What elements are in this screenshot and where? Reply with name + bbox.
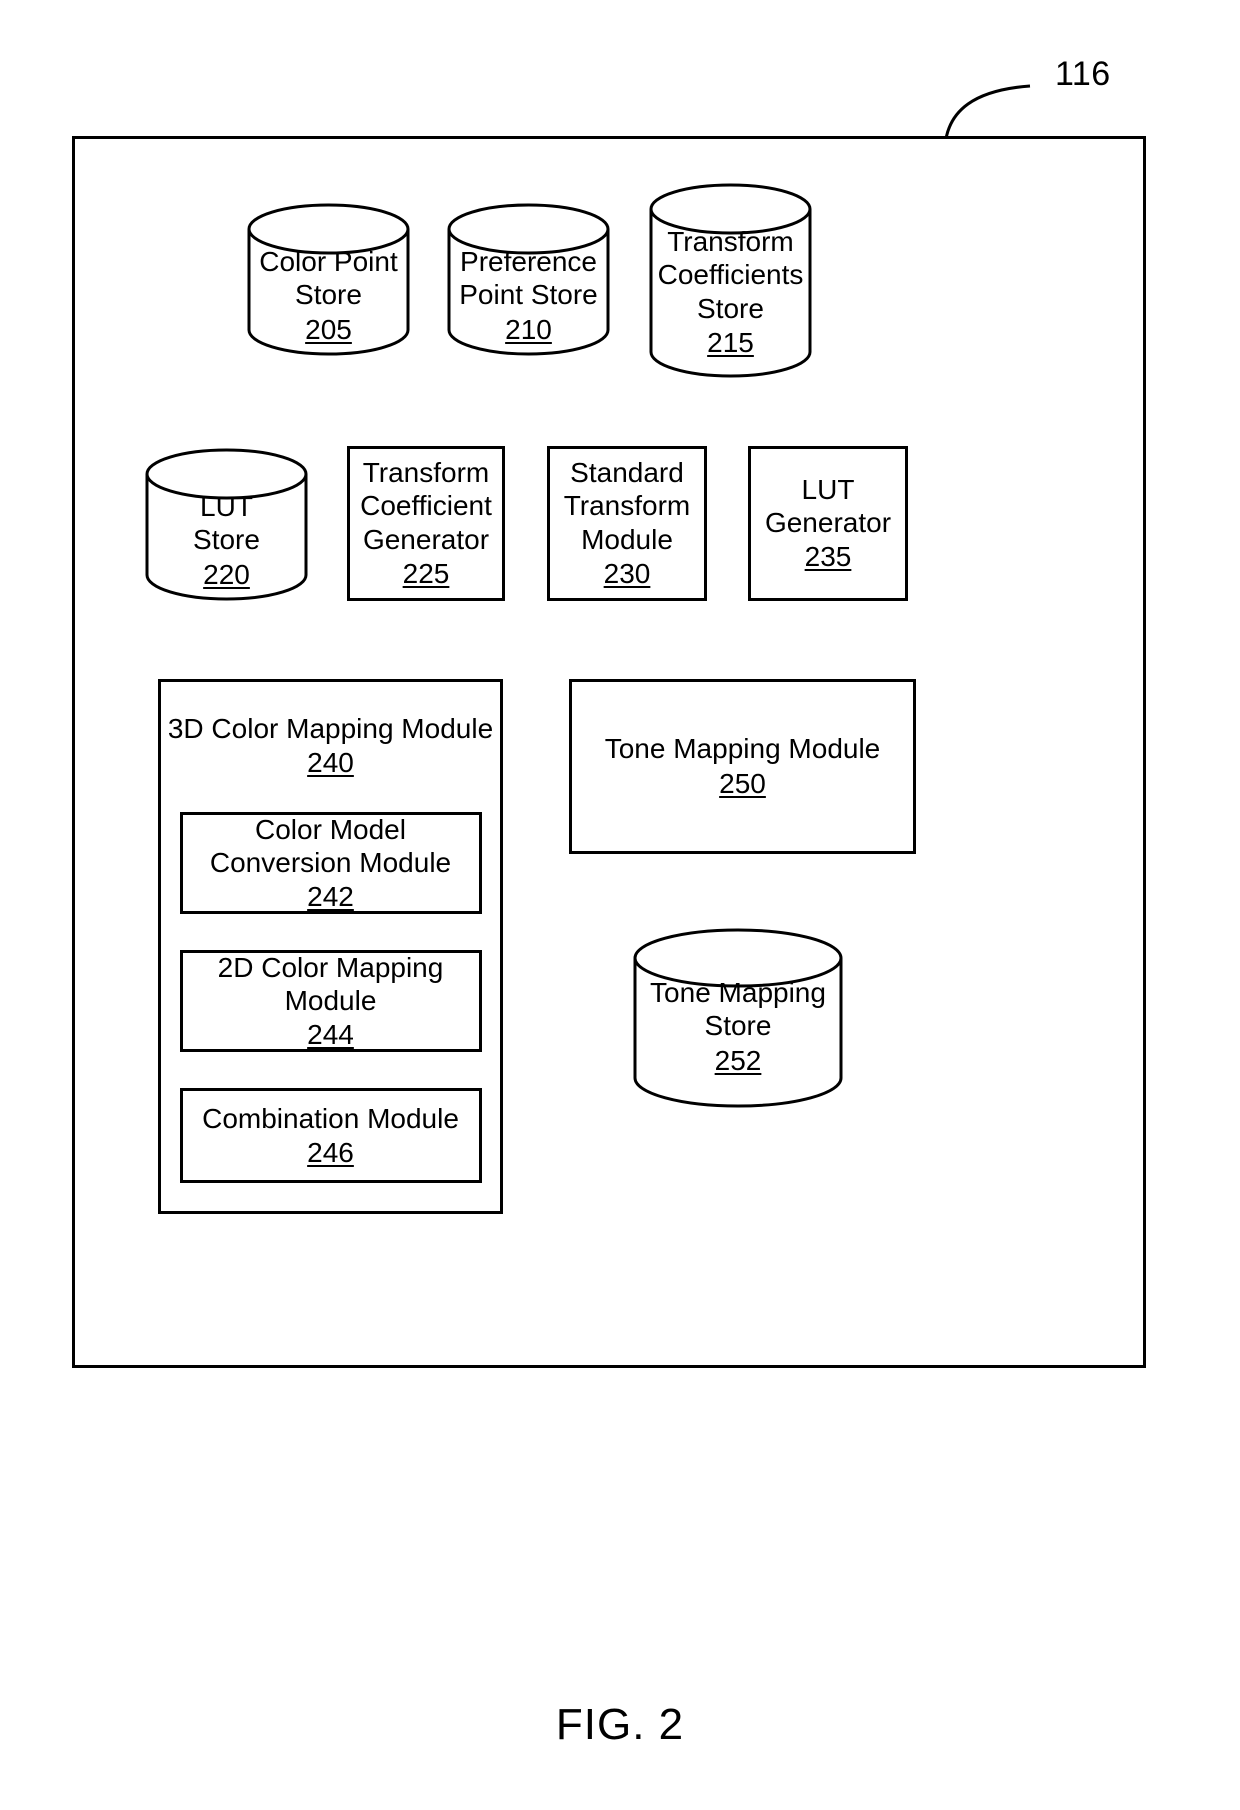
node-label: 3D Color Mapping Module: [167, 713, 494, 744]
node-lut-store[interactable]: LUT Store 220: [145, 448, 308, 601]
node-tone-mapping-store[interactable]: Tone Mapping Store 252: [633, 928, 843, 1108]
node-ref-number: 252: [714, 1044, 762, 1076]
system-callout-label: 116: [1055, 55, 1111, 93]
node-ref-number: 250: [719, 767, 766, 799]
node-label: LUT Store: [193, 491, 260, 556]
node-label-group: Tone Mapping Store 252: [633, 976, 843, 1078]
node-label: Tone Mapping Module: [604, 733, 881, 765]
node-2d-color-mapping-module[interactable]: 2D Color Mapping Module 244: [179, 950, 482, 1053]
node-ref-number: 235: [804, 541, 852, 573]
node-ref-number: 230: [603, 557, 651, 589]
node-standard-transform-module[interactable]: Standard Transform Module 230: [547, 446, 707, 601]
node-label: Preference Point Store: [459, 246, 598, 311]
node-transform-coefficients-store[interactable]: Transform Coefficients Store 215: [649, 183, 812, 378]
node-label: Combination Module: [202, 1102, 459, 1134]
node-label-group: Color Point Store 205: [247, 245, 410, 347]
node-label-group: Preference Point Store 210: [447, 245, 610, 347]
figure-caption: FIG. 2: [555, 1700, 685, 1749]
node-label: Transform Coefficient Generator: [360, 457, 492, 555]
node-color-point-store[interactable]: Color Point Store 205: [247, 203, 410, 356]
node-ref-number: 240: [307, 747, 354, 779]
node-ref-number: 244: [307, 1019, 354, 1051]
node-label: Standard Transform Module: [563, 457, 691, 555]
node-ref-number: 242: [307, 881, 354, 913]
node-ref-number: 205: [305, 313, 352, 345]
node-label: Tone Mapping Store: [650, 977, 826, 1042]
node-tone-mapping-module[interactable]: Tone Mapping Module 250: [569, 679, 916, 854]
system-boundary-box: Color Point Store 205 Preference Point S…: [72, 136, 1146, 1368]
node-combination-module[interactable]: Combination Module 246: [179, 1088, 482, 1184]
node-label: 2D Color Mapping Module: [217, 951, 444, 1016]
node-transform-coefficient-generator[interactable]: Transform Coefficient Generator 225: [347, 446, 505, 601]
node-ref-number: 220: [203, 558, 250, 590]
node-ref-number: 246: [307, 1136, 354, 1168]
node-lut-generator[interactable]: LUT Generator 235: [748, 446, 908, 601]
node-label: Color Point Store: [259, 246, 398, 311]
node-label: Transform Coefficients Store: [657, 226, 804, 324]
node-ref-number: 215: [707, 326, 754, 358]
system-callout-leader-line: [943, 84, 1031, 147]
node-preference-point-store[interactable]: Preference Point Store 210: [447, 203, 610, 356]
node-ref-number: 225: [402, 557, 450, 589]
node-label: LUT Generator: [764, 473, 892, 538]
node-color-model-conversion-module[interactable]: Color Model Conversion Module 242: [179, 812, 482, 915]
node-label-group: Transform Coefficients Store 215: [649, 225, 812, 360]
node-label-group: LUT Store 220: [145, 490, 308, 592]
node-ref-number: 210: [505, 313, 552, 345]
node-label: Color Model Conversion Module: [209, 813, 452, 878]
node-3d-color-mapping-module[interactable]: 3D Color Mapping Module 240 Color Model …: [158, 679, 503, 1214]
